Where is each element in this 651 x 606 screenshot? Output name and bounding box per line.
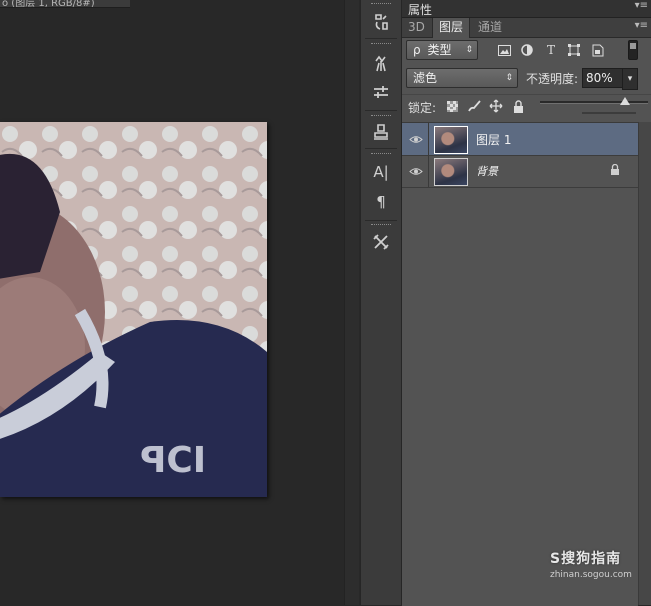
visibility-eye-icon[interactable] <box>408 131 424 147</box>
opacity-label: 不透明度: <box>526 72 579 86</box>
dock-grip[interactable] <box>371 153 391 156</box>
history-brush-icon[interactable] <box>367 10 395 34</box>
tab-layers[interactable]: 图层 <box>432 18 471 38</box>
layer-thumbnail[interactable] <box>434 158 468 186</box>
dropdown-arrow-icon: ⇕ <box>465 45 473 55</box>
layer-row-background[interactable]: 背景 <box>402 155 638 188</box>
document-tab[interactable]: o (图层 1, RGB/8#) <box>0 0 130 8</box>
panel-icons-dock: A| ¶ <box>360 0 402 605</box>
dropdown-arrow-icon: ⇕ <box>505 73 513 83</box>
lock-position-icon[interactable] <box>488 98 504 114</box>
layers-panel: 3D 图层 通道 ▾≡ ρ 类型 ⇕ T 滤色 ⇕ 不透明度: 80% ▾ 锁定… <box>402 18 651 606</box>
filter-kind-label: 类型 <box>427 43 452 57</box>
dock-grip[interactable] <box>371 43 391 46</box>
visibility-eye-icon[interactable] <box>408 163 424 179</box>
document-scrollbar[interactable] <box>344 0 359 605</box>
layer-filter-kind-dropdown[interactable]: ρ 类型 ⇕ <box>406 40 478 60</box>
lock-image-pixels-icon[interactable] <box>466 98 482 114</box>
brush-presets-icon[interactable] <box>367 52 395 76</box>
dock-grip[interactable] <box>371 224 391 227</box>
dock-grip[interactable] <box>371 3 391 6</box>
tab-3d[interactable]: 3D <box>402 18 431 37</box>
photo-illustration: ꟼCI <box>0 122 267 497</box>
search-icon: ρ <box>413 43 421 57</box>
layer-lock-icon <box>608 163 622 177</box>
layer-row-layer-1[interactable]: 图层 1 <box>402 123 638 156</box>
panel-menu-icon[interactable]: ▾≡ <box>635 20 648 31</box>
canvas-image[interactable]: ꟼCI <box>0 122 267 497</box>
shape-layer-filter-icon[interactable] <box>566 42 582 58</box>
lock-transparent-pixels-icon[interactable] <box>444 98 460 114</box>
lock-row: 锁定: <box>402 94 651 119</box>
mixer-brush-icon[interactable] <box>367 80 395 104</box>
properties-title: 属性 <box>408 3 433 17</box>
lock-label: 锁定: <box>408 101 437 115</box>
smart-object-filter-icon[interactable] <box>590 42 606 58</box>
panel-tab-row: 3D 图层 通道 ▾≡ <box>402 18 651 38</box>
properties-panel-header[interactable]: 属性 ▾≡ <box>402 0 651 18</box>
layer-filter-toggle[interactable] <box>628 40 638 60</box>
document-tab-label: o (图层 1, RGB/8#) <box>2 0 95 8</box>
opacity-input[interactable]: 80% <box>582 68 625 88</box>
pixel-layer-filter-icon[interactable] <box>496 42 512 58</box>
tool-presets-icon[interactable] <box>367 230 395 254</box>
paragraph-icon[interactable]: ¶ <box>367 190 395 214</box>
dock-grip[interactable] <box>371 115 391 118</box>
layer-list: 图层 1 背景 <box>402 122 638 606</box>
type-layer-filter-icon[interactable]: T <box>543 42 559 58</box>
clone-stamp-icon[interactable] <box>367 120 395 144</box>
svg-text:ꟼCI: ꟼCI <box>140 440 206 481</box>
fill-slider-track[interactable] <box>540 101 648 104</box>
tab-channels[interactable]: 通道 <box>472 18 508 37</box>
panel-menu-icon[interactable]: ▾≡ <box>635 0 648 11</box>
watermark-url: zhinan.sogou.com <box>550 570 632 580</box>
blend-mode-dropdown[interactable]: 滤色 ⇕ <box>406 68 518 88</box>
layer-thumbnail[interactable] <box>434 126 468 154</box>
character-icon[interactable]: A| <box>367 160 395 184</box>
watermark-logo: S搜狗指南 <box>550 551 622 567</box>
layer-name[interactable]: 图层 1 <box>476 131 511 148</box>
adjustment-layer-filter-icon[interactable] <box>519 42 535 58</box>
fill-slider-thumb[interactable] <box>620 97 630 105</box>
watermark: S搜狗指南 zhinan.sogou.com <box>550 548 650 580</box>
layer-name[interactable]: 背景 <box>476 163 498 179</box>
layer-list-scrollbar[interactable] <box>638 122 651 605</box>
blend-mode-value: 滤色 <box>413 71 438 85</box>
lock-all-icon[interactable] <box>510 98 526 114</box>
opacity-dropdown-button[interactable]: ▾ <box>622 68 638 90</box>
